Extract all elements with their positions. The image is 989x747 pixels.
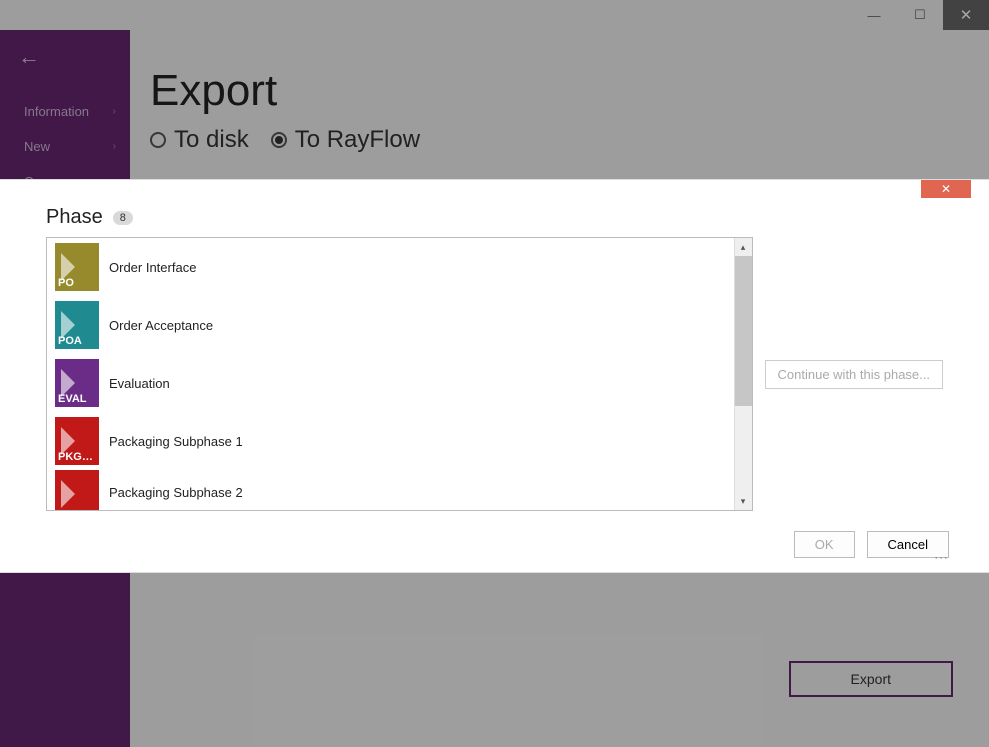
back-arrow-icon[interactable]: ← bbox=[0, 36, 130, 94]
dialog-header: Phase 8 bbox=[46, 206, 943, 229]
phase-list-box: PO Order Interface POA Order Acceptance … bbox=[46, 237, 753, 511]
radio-to-rayflow[interactable]: To RayFlow bbox=[271, 126, 420, 154]
scroll-thumb[interactable] bbox=[735, 256, 752, 406]
radio-dot-icon bbox=[271, 132, 287, 148]
dialog-close-button[interactable]: ✕ bbox=[921, 180, 971, 198]
phase-item[interactable]: EVAL Evaluation bbox=[47, 354, 734, 412]
phase-icon: PO bbox=[55, 243, 99, 291]
sidebar-item-information[interactable]: Information › bbox=[0, 94, 130, 129]
radio-dot-icon bbox=[150, 132, 166, 148]
sidebar-item-new[interactable]: New › bbox=[0, 129, 130, 164]
chevron-right-icon: › bbox=[113, 106, 116, 117]
minimize-button[interactable]: — bbox=[851, 0, 897, 30]
phase-label: Packaging Subphase 2 bbox=[109, 485, 243, 500]
dialog-row: PO Order Interface POA Order Acceptance … bbox=[46, 237, 943, 511]
sidebar-item-label: Information bbox=[24, 104, 89, 119]
titlebar: — ☐ ✕ bbox=[0, 0, 989, 30]
scroll-up-icon[interactable]: ▴ bbox=[735, 238, 752, 256]
phase-item[interactable]: PKG… Packaging Subphase 1 bbox=[47, 412, 734, 470]
phase-code: PO bbox=[58, 277, 74, 289]
phase-dialog: ✕ Phase 8 PO Order Interface POA Order A… bbox=[0, 180, 989, 572]
phase-label: Order Interface bbox=[109, 260, 196, 275]
maximize-button[interactable]: ☐ bbox=[897, 0, 943, 30]
window-close-button[interactable]: ✕ bbox=[943, 0, 989, 30]
phase-item[interactable]: POA Order Acceptance bbox=[47, 296, 734, 354]
phase-icon: EVAL bbox=[55, 359, 99, 407]
phase-code: EVAL bbox=[58, 393, 87, 405]
scrollbar[interactable]: ▴ ▾ bbox=[734, 238, 752, 510]
phase-label: Order Acceptance bbox=[109, 318, 213, 333]
export-button[interactable]: Export bbox=[789, 661, 953, 697]
phase-item[interactable]: PO Order Interface bbox=[47, 238, 734, 296]
phase-item[interactable]: Packaging Subphase 2 bbox=[47, 470, 734, 500]
phase-icon: PKG… bbox=[55, 417, 99, 465]
page-title: Export bbox=[150, 66, 953, 116]
phase-list[interactable]: PO Order Interface POA Order Acceptance … bbox=[47, 238, 734, 510]
radio-label: To disk bbox=[174, 126, 249, 154]
phase-icon bbox=[55, 470, 99, 510]
phase-label: Packaging Subphase 1 bbox=[109, 434, 243, 449]
phase-code: PKG… bbox=[58, 451, 93, 463]
phase-label: Evaluation bbox=[109, 376, 170, 391]
radio-to-disk[interactable]: To disk bbox=[150, 126, 249, 154]
dialog-content: Phase 8 PO Order Interface POA Order Acc… bbox=[0, 180, 989, 523]
dialog-footer: OK Cancel bbox=[0, 523, 989, 572]
phase-code: POA bbox=[58, 335, 82, 347]
sidebar-item-label: New bbox=[24, 139, 50, 154]
dialog-title: Phase bbox=[46, 206, 103, 229]
continue-with-phase-button[interactable]: Continue with this phase... bbox=[765, 360, 943, 389]
phase-count-badge: 8 bbox=[113, 211, 133, 225]
resize-grip-icon[interactable]: ⋯ bbox=[934, 549, 949, 566]
chevron-right-icon: › bbox=[113, 141, 116, 152]
export-target-radios: To disk To RayFlow bbox=[150, 126, 953, 154]
ok-button[interactable]: OK bbox=[794, 531, 855, 558]
scroll-down-icon[interactable]: ▾ bbox=[735, 492, 752, 510]
radio-label: To RayFlow bbox=[295, 126, 420, 154]
phase-icon: POA bbox=[55, 301, 99, 349]
